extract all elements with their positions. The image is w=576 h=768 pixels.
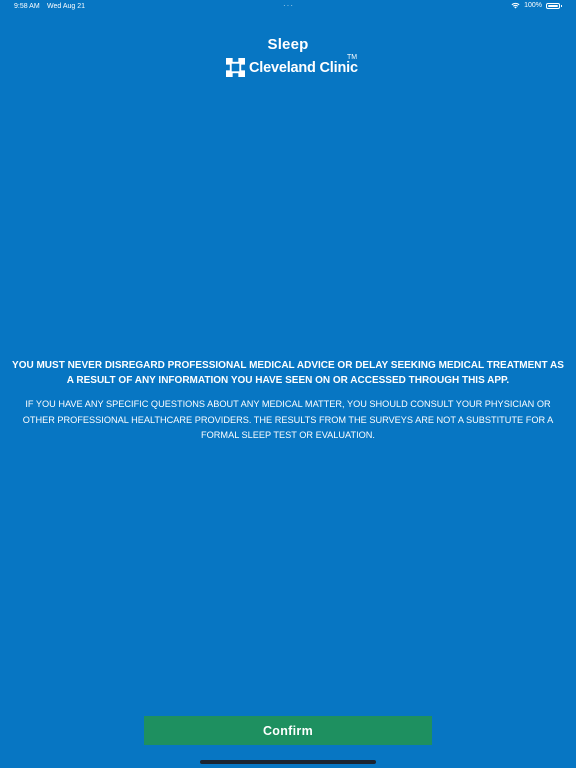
battery-percentage: 100% bbox=[524, 2, 542, 9]
home-indicator[interactable] bbox=[200, 760, 376, 764]
status-bar: 9:58 AM Wed Aug 21 ··· 100% bbox=[0, 0, 576, 14]
cleveland-clinic-logo-icon bbox=[226, 58, 245, 77]
disclaimer-warning: YOU MUST NEVER DISREGARD PROFESSIONAL ME… bbox=[12, 360, 564, 386]
status-date: Wed Aug 21 bbox=[47, 3, 86, 10]
trademark: TM bbox=[347, 54, 358, 61]
confirm-button[interactable]: Confirm bbox=[144, 716, 432, 745]
page-title: Sleep bbox=[267, 36, 309, 53]
battery-icon bbox=[546, 2, 562, 9]
brand-name: Cleveland Clinic bbox=[249, 59, 358, 76]
multitasking-dots-icon[interactable]: ··· bbox=[283, 1, 294, 10]
status-time: 9:58 AM bbox=[14, 3, 40, 10]
disclaimer-body: IF YOU HAVE ANY SPECIFIC QUESTIONS ABOUT… bbox=[22, 399, 554, 440]
brand-logo: Cleveland Clinic TM bbox=[226, 54, 358, 77]
disclaimer: YOU MUST NEVER DISREGARD PROFESSIONAL ME… bbox=[10, 358, 566, 444]
wifi-icon bbox=[511, 2, 520, 9]
header: Sleep Cleveland Clinic TM bbox=[0, 36, 576, 77]
status-indicators: 100% bbox=[511, 2, 562, 9]
